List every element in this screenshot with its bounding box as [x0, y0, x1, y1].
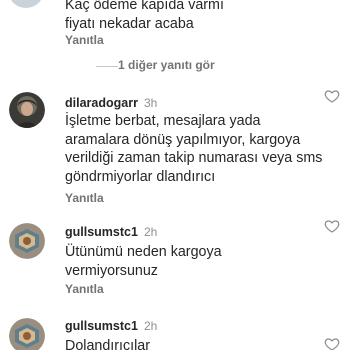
reply-button[interactable]: Yanıtla — [65, 33, 104, 47]
comment-time: 3h — [143, 96, 158, 110]
comment-body: Dolandırıcılar — [65, 338, 151, 350]
reply-button[interactable]: Yanıtla — [65, 191, 104, 205]
comment-header: dilaradogarr 3h — [65, 94, 157, 112]
avatar[interactable] — [9, 318, 45, 350]
heart-outline-icon[interactable] — [324, 88, 340, 104]
comment-username[interactable]: dilaradogarr — [65, 96, 138, 110]
comment-body: Ütünümü neden kargoya vermiyorsunuz — [65, 244, 222, 279]
comment-time: 2h — [143, 319, 158, 333]
avatar[interactable] — [9, 223, 45, 259]
avatar[interactable] — [8, 0, 44, 8]
comment-text-line: Kaç ödeme kapıda varmı — [65, 0, 224, 13]
heart-outline-icon[interactable] — [324, 336, 340, 350]
comment-header: gullsumstc1 2h — [65, 223, 157, 241]
comment-body: Kaç ödeme kapıda varmı fiyatı nekadar ac… — [65, 0, 335, 33]
heart-outline-icon[interactable] — [324, 218, 340, 234]
comment-username[interactable]: gullsumstc1 — [65, 319, 138, 333]
comment-username[interactable]: gullsumstc1 — [65, 225, 138, 239]
view-more-replies-button[interactable]: 1 diğer yanıtı gör — [118, 58, 215, 72]
divider-line — [96, 66, 118, 67]
comment-header: gullsumstc1 2h — [65, 317, 157, 335]
avatar[interactable] — [9, 92, 45, 128]
reply-button[interactable]: Yanıtla — [65, 282, 104, 296]
comment-body: İşletme berbat, mesajlara yada aramalara… — [65, 113, 323, 185]
comment-thread: Kaç ödeme kapıda varmı fiyatı nekadar ac… — [0, 0, 350, 350]
comment-text-line: fiyatı nekadar acaba — [65, 15, 194, 32]
comment-time: 2h — [143, 225, 158, 239]
